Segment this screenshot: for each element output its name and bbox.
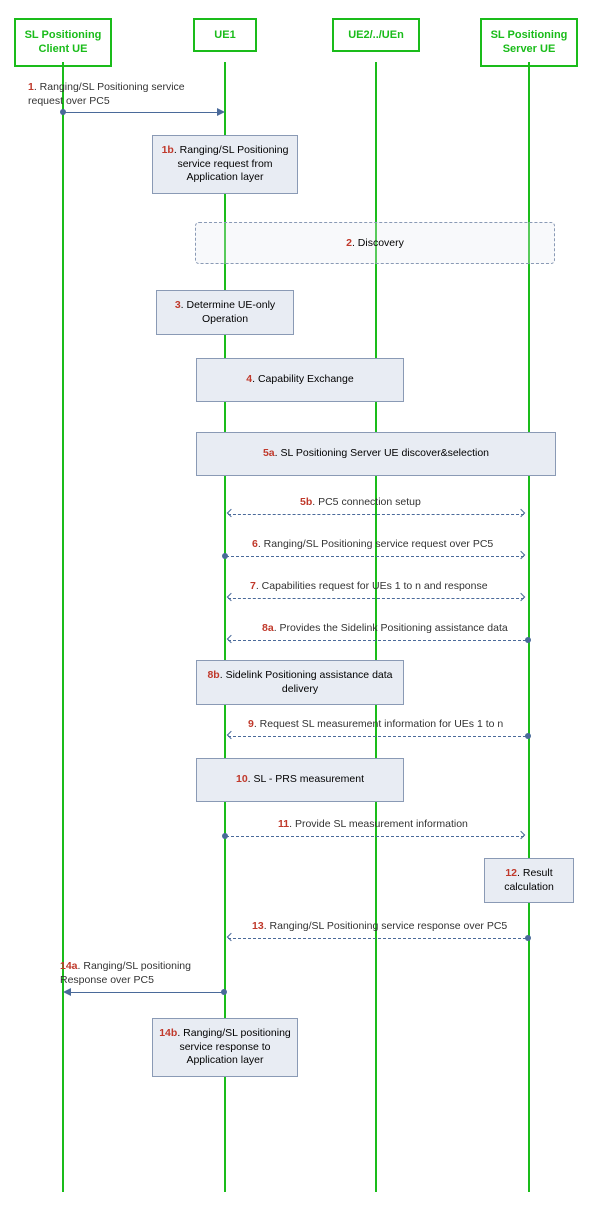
step-8a-arrowhead — [227, 635, 235, 643]
step-8a-dot — [525, 637, 531, 643]
step-1-arrow — [63, 112, 218, 113]
step-9-arrowhead — [227, 731, 235, 739]
step-13-arrow — [228, 938, 526, 939]
step-1b-box: 1b. Ranging/SL Positioning service reque… — [152, 135, 298, 194]
step-14a-label: 14a. Ranging/SL positioning Response ove… — [60, 960, 220, 987]
step-11-dot — [222, 833, 228, 839]
step-5b-arrowhead-r — [517, 509, 525, 517]
step-14a-dot — [221, 989, 227, 995]
step-10-box: 10. SL - PRS measurement — [196, 758, 404, 802]
step-9-arrow — [228, 736, 526, 737]
step-9-dot — [525, 733, 531, 739]
step-7-label: 7. Capabilities request for UEs 1 to n a… — [250, 580, 488, 594]
step-1-label: 1. Ranging/SL Positioning service reques… — [28, 81, 188, 108]
step-6-arrow — [226, 556, 524, 557]
participant-client: SL Positioning Client UE — [14, 18, 112, 67]
step-12-box: 12. Result calculation — [484, 858, 574, 903]
participant-uen: UE2/../UEn — [332, 18, 420, 52]
step-11-label: 11. Provide SL measurement information — [278, 818, 468, 832]
step-5b-arrow — [228, 514, 524, 515]
step-2-box: 2. Discovery — [195, 222, 555, 264]
sequence-diagram: SL Positioning Client UE UE1 UE2/../UEn … — [0, 0, 594, 1207]
step-8b-box: 8b. Sidelink Positioning assistance data… — [196, 660, 404, 705]
step-7-arrowhead-r — [517, 593, 525, 601]
step-13-dot — [525, 935, 531, 941]
step-7-arrowhead-l — [227, 593, 235, 601]
step-13-label: 13. Ranging/SL Positioning service respo… — [252, 920, 507, 934]
step-1-arrowhead — [217, 108, 225, 116]
step-14b-box: 14b. Ranging/SL positioning service resp… — [152, 1018, 298, 1077]
step-14a-arrowhead — [63, 988, 71, 996]
lifeline-client — [62, 62, 64, 1192]
step-5b-arrowhead-l — [227, 509, 235, 517]
step-4-box: 4. Capability Exchange — [196, 358, 404, 402]
step-7-arrow — [228, 598, 524, 599]
step-5a-box: 5a. SL Positioning Server UE discover&se… — [196, 432, 556, 476]
step-13-arrowhead — [227, 933, 235, 941]
step-9-label: 9. Request SL measurement information fo… — [248, 718, 503, 732]
step-3-box: 3. Determine UE-only Operation — [156, 290, 294, 335]
step-11-arrow — [226, 836, 524, 837]
step-6-arrowhead — [517, 551, 525, 559]
step-8a-arrow — [228, 640, 526, 641]
step-6-dot — [222, 553, 228, 559]
step-5b-label: 5b. PC5 connection setup — [300, 496, 421, 510]
participant-ue1: UE1 — [193, 18, 257, 52]
step-1-dot — [60, 109, 66, 115]
step-14a-arrow — [70, 992, 224, 993]
step-8a-label: 8a. Provides the Sidelink Positioning as… — [262, 622, 508, 636]
participant-server: SL Positioning Server UE — [480, 18, 578, 67]
step-11-arrowhead — [517, 831, 525, 839]
step-6-label: 6. Ranging/SL Positioning service reques… — [252, 538, 493, 552]
